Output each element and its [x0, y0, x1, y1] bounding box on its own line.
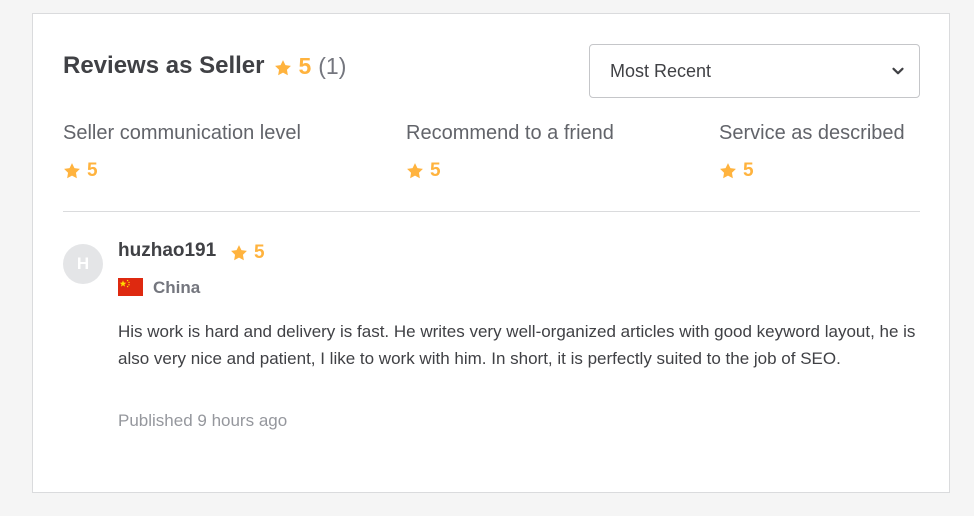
star-icon — [230, 244, 248, 262]
section-divider — [63, 211, 920, 212]
review-published-time: Published 9 hours ago — [118, 411, 288, 430]
chevron-down-icon — [891, 64, 905, 78]
reviews-card: Reviews as Seller 5 (1) Most Recent Sell… — [32, 13, 950, 493]
reviews-header: Reviews as Seller 5 (1) — [63, 52, 346, 80]
breakdown-rating-recommend: 5 — [406, 160, 441, 182]
china-flag-icon — [118, 278, 143, 296]
reviewer-rating-value: 5 — [254, 242, 265, 263]
breakdown-value: 5 — [430, 160, 441, 181]
avatar-initial: H — [76, 254, 90, 273]
star-icon — [719, 162, 737, 180]
overall-rating: 5 — [298, 52, 312, 79]
breakdown-rating-service: 5 — [719, 160, 754, 182]
breakdown-label-communication: Seller communication level — [63, 122, 301, 144]
breakdown-label-service: Service as described — [719, 122, 905, 144]
star-icon — [63, 162, 81, 180]
star-icon — [406, 162, 424, 180]
breakdown-value: 5 — [87, 160, 98, 181]
reviewer-country: China — [153, 278, 201, 297]
star-icon — [274, 59, 292, 77]
review-count: (1) — [318, 52, 347, 79]
sort-dropdown[interactable]: Most Recent — [589, 44, 920, 98]
sort-selected-value: Most Recent — [610, 60, 712, 81]
reviewer-rating: 5 — [230, 242, 265, 264]
avatar[interactable]: H — [63, 244, 103, 284]
reviewer-username[interactable]: huzhao191 — [118, 240, 216, 262]
review-text: His work is hard and delivery is fast. H… — [118, 322, 916, 368]
breakdown-value: 5 — [743, 160, 754, 181]
breakdown-rating-communication: 5 — [63, 160, 98, 182]
reviews-title: Reviews as Seller — [63, 52, 265, 79]
breakdown-label-recommend: Recommend to a friend — [406, 122, 614, 144]
